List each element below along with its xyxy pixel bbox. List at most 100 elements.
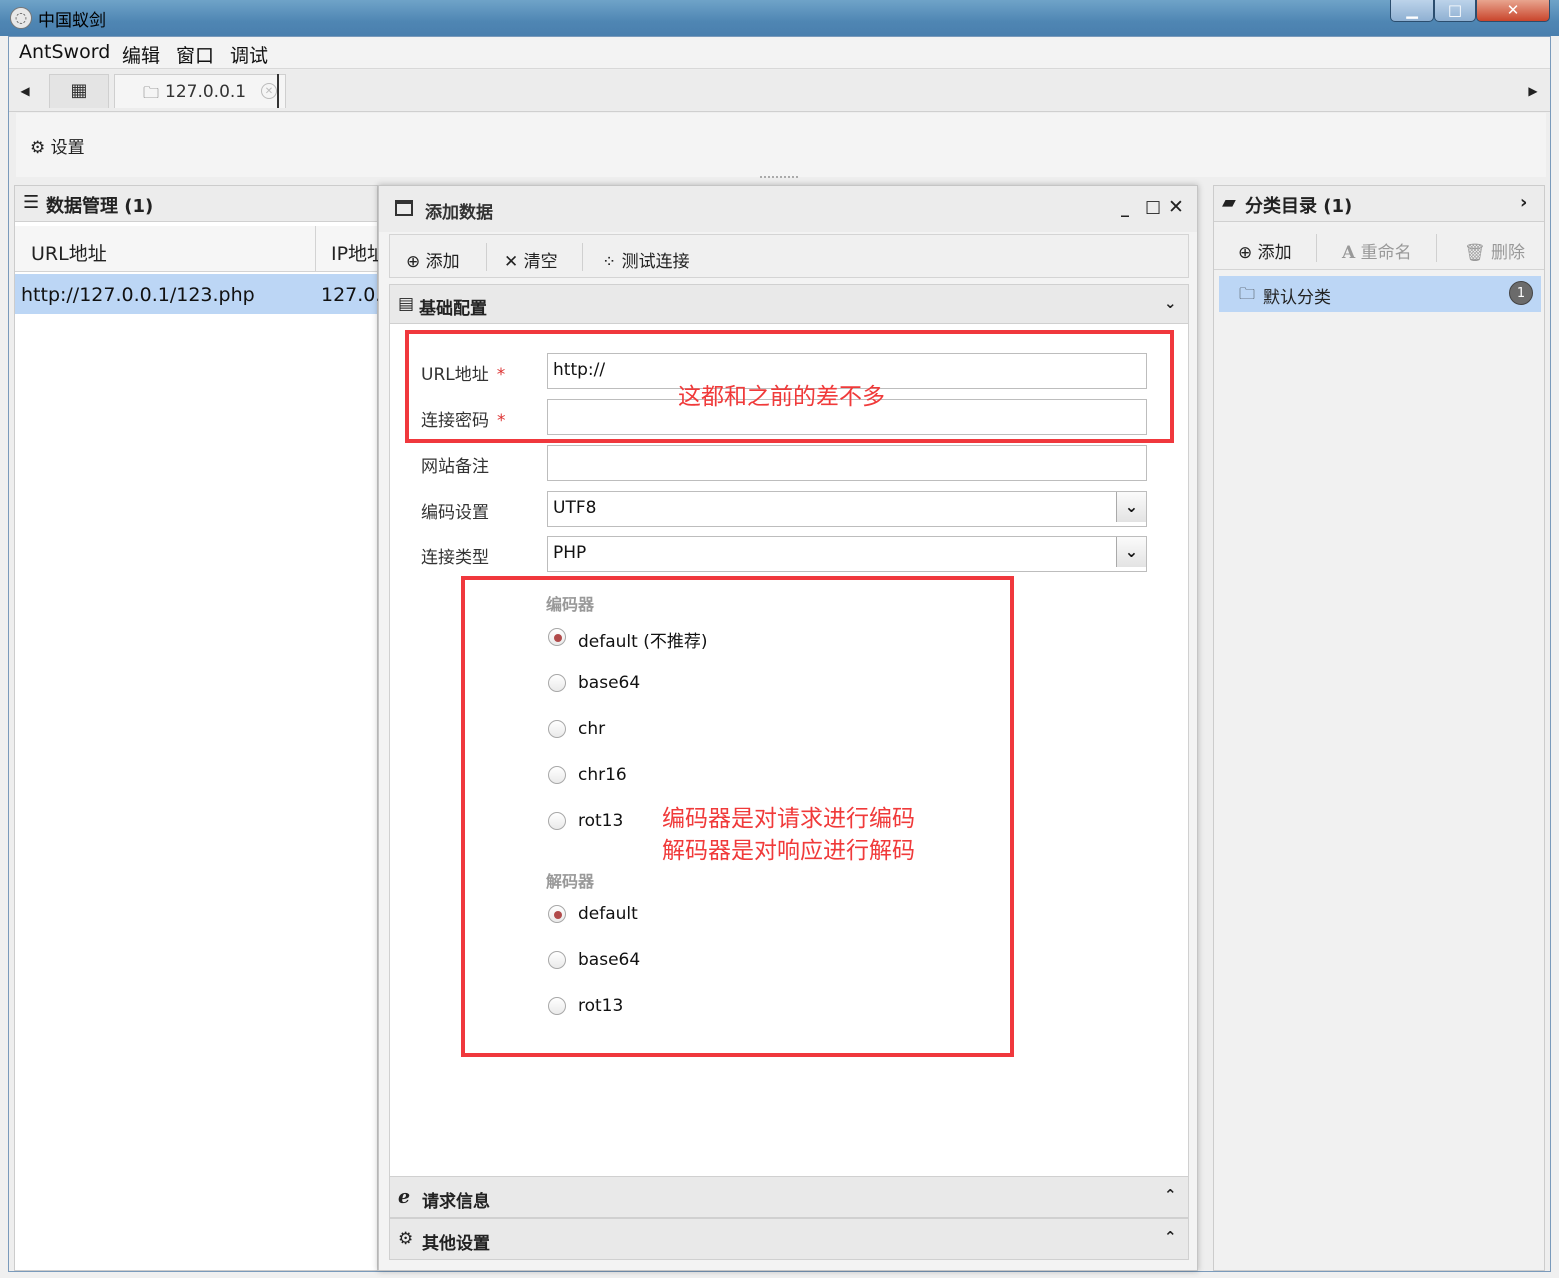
type-value: PHP — [553, 543, 587, 563]
settings-button[interactable]: ⚙ 设置 — [30, 133, 85, 158]
dialog-header: 添加数据 _ □ ✕ — [379, 186, 1197, 232]
column-url[interactable]: URL地址 — [31, 239, 107, 266]
category-panel: ▰ 分类目录 (1) › ⊕ 添加 A 重命名 🗑 删除 🗀 默认分类 1 — [1213, 185, 1545, 1271]
data-panel-header: ☰ 数据管理 (1) — [15, 186, 377, 222]
settings-label: 设置 — [50, 138, 85, 158]
tab-close-icon[interactable]: ✕ — [261, 83, 277, 99]
dialog-title: 添加数据 — [425, 203, 493, 223]
row-url: http://127.0.0.1/123.php — [21, 284, 255, 306]
type-label: 连接类型 — [421, 548, 489, 568]
grid-icon: ▦ — [70, 80, 88, 101]
main-toolbar: ⚙ 设置 — [16, 113, 1546, 177]
tab-label: 127.0.0.1 — [165, 82, 247, 102]
folder-solid-icon: ▰ — [1222, 192, 1236, 213]
section-other-header[interactable]: ⚙ 其他设置 ⌃ — [389, 1218, 1189, 1260]
document-icon: ▤ — [398, 294, 415, 314]
category-count-badge: 1 — [1509, 281, 1533, 305]
menu-edit[interactable]: 编辑 — [122, 41, 160, 68]
category-rename-label: 重命名 — [1360, 243, 1412, 263]
annotation-note-2-line-2: 解码器是对响应进行解码 — [662, 838, 915, 864]
section-request-title: 请求信息 — [422, 1192, 490, 1212]
folder-icon: 🗀 — [1239, 284, 1256, 303]
dialog-minimize-icon[interactable]: _ — [1121, 198, 1129, 217]
chevron-up-icon: ⌃ — [1164, 1228, 1177, 1246]
dialog-toolbar: ⊕ 添加 ✕ 清空 ⁘ 测试连接 — [389, 234, 1189, 278]
home-tab[interactable]: ▦ — [49, 74, 109, 108]
plus-circle-icon: ⊕ — [1238, 243, 1253, 263]
chevron-down-icon: ⌄ — [1164, 294, 1177, 312]
window-title: 中国蚁剑 — [38, 11, 106, 31]
category-delete-button[interactable]: 🗑 删除 — [1464, 238, 1525, 263]
close-window-button[interactable]: ✕ — [1476, 0, 1550, 22]
dialog-close-icon[interactable]: ✕ — [1168, 196, 1184, 218]
toolbar-separator — [1436, 234, 1437, 262]
dialog-maximize-icon[interactable]: □ — [1145, 197, 1161, 217]
row-ip: 127.0. — [321, 284, 382, 306]
menu-bar: AntSword 编辑 窗口 调试 — [9, 37, 1550, 69]
folder-icon: 🗀 — [143, 83, 160, 102]
category-add-button[interactable]: ⊕ 添加 — [1238, 238, 1292, 263]
tab-scroll-left-icon[interactable]: ◀ — [18, 84, 32, 104]
splitter-grip[interactable] — [760, 176, 798, 180]
category-delete-label: 删除 — [1491, 243, 1525, 263]
list-icon: ☰ — [23, 192, 40, 213]
add-button[interactable]: ⊕ 添加 — [406, 247, 460, 272]
category-toolbar: ⊕ 添加 A 重命名 🗑 删除 — [1214, 226, 1544, 270]
encoding-select[interactable]: UTF8 ⌄ — [547, 491, 1147, 527]
category-rename-button[interactable]: A 重命名 — [1342, 238, 1412, 263]
column-divider[interactable] — [315, 226, 316, 272]
collapse-panel-icon[interactable]: › — [1520, 192, 1527, 213]
category-item-default[interactable]: 🗀 默认分类 1 — [1219, 276, 1541, 312]
window-icon — [395, 200, 413, 216]
section-request-header[interactable]: ℯ 请求信息 ⌃ — [389, 1176, 1189, 1218]
toolbar-separator — [1316, 234, 1317, 262]
section-basic-header[interactable]: ▤ 基础配置 ⌄ — [389, 284, 1189, 324]
plus-circle-icon: ⊕ — [406, 252, 421, 272]
menu-window[interactable]: 窗口 — [176, 41, 214, 68]
font-icon: A — [1342, 243, 1356, 263]
category-panel-title: 分类目录 (1) — [1245, 196, 1353, 217]
tab-127-0-0-1[interactable]: 🗀 127.0.0.1 ✕ — [114, 74, 286, 108]
encoding-value: UTF8 — [553, 498, 597, 518]
minimize-button[interactable]: ▁ — [1390, 0, 1434, 22]
section-other-title: 其他设置 — [422, 1234, 490, 1254]
clear-label: 清空 — [523, 252, 558, 272]
section-basic-title: 基础配置 — [419, 299, 487, 319]
category-name: 默认分类 — [1263, 288, 1331, 308]
encoding-label: 编码设置 — [421, 503, 489, 523]
x-icon: ✕ — [504, 252, 519, 272]
toolbar-separator — [582, 243, 583, 271]
chevron-down-icon[interactable]: ⌄ — [1116, 492, 1146, 522]
annotation-note-1: 这都和之前的差不多 — [678, 384, 885, 410]
category-panel-header: ▰ 分类目录 (1) › — [1214, 186, 1544, 222]
data-grid-header: URL地址 IP地址 — [15, 226, 386, 272]
window-titlebar: ◌ 中国蚁剑 ▁ □ ✕ — [0, 0, 1559, 36]
note-input[interactable] — [547, 445, 1147, 481]
tab-scroll-right-icon[interactable]: ▶ — [1526, 84, 1540, 104]
tab-bar: ◀ ▦ 🗀 127.0.0.1 ✕ ▶ — [9, 70, 1550, 112]
chevron-up-icon: ⌃ — [1164, 1186, 1177, 1204]
app-logo-icon: ◌ — [10, 7, 32, 29]
chevron-down-icon[interactable]: ⌄ — [1116, 537, 1146, 567]
note-label: 网站备注 — [421, 457, 489, 477]
toolbar-separator — [486, 243, 487, 271]
table-row[interactable]: http://127.0.0.1/123.php 127.0. — [15, 274, 381, 314]
trash-icon: 🗑 — [1464, 243, 1486, 263]
ie-icon: ℯ — [398, 1186, 411, 1208]
spinner-icon: ⁘ — [602, 252, 617, 272]
gear-icon: ⚙ — [30, 138, 46, 158]
annotation-note-2-line-1: 编码器是对请求进行编码 — [662, 806, 915, 832]
data-management-panel: ☰ 数据管理 (1) URL地址 IP地址 http://127.0.0.1/1… — [14, 185, 386, 1271]
add-label: 添加 — [425, 252, 460, 272]
test-connection-label: 测试连接 — [621, 252, 690, 272]
menu-antsword[interactable]: AntSword — [19, 41, 110, 63]
menu-debug[interactable]: 调试 — [230, 41, 268, 68]
test-connection-button[interactable]: ⁘ 测试连接 — [602, 247, 690, 272]
tab-cursor — [277, 74, 279, 108]
gears-icon: ⚙ — [398, 1229, 414, 1249]
type-select[interactable]: PHP ⌄ — [547, 536, 1147, 572]
data-panel-title: 数据管理 (1) — [46, 196, 154, 217]
category-add-label: 添加 — [1257, 243, 1292, 263]
clear-button[interactable]: ✕ 清空 — [504, 247, 558, 272]
maximize-button[interactable]: □ — [1434, 0, 1476, 22]
